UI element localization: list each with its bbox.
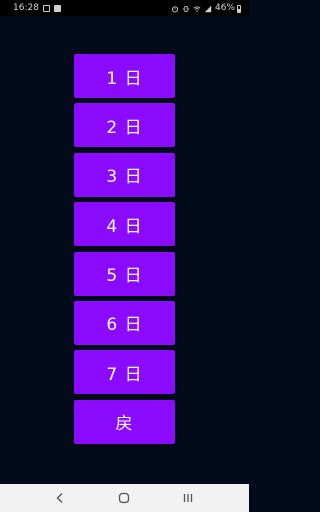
day-6-button[interactable]: 6 日 <box>74 300 175 345</box>
status-time: 16:28 <box>13 3 39 13</box>
navigation-bar <box>0 484 249 512</box>
status-bar: 16:28 46% <box>0 0 249 16</box>
day-5-button[interactable]: 5 日 <box>74 251 175 296</box>
battery-icon <box>237 4 241 13</box>
day-4-button[interactable]: 4 日 <box>74 202 175 247</box>
back-icon <box>56 493 63 503</box>
vibrate-icon <box>182 5 190 12</box>
status-right: 46% <box>171 3 241 14</box>
wifi-icon <box>193 5 201 12</box>
recents-button[interactable] <box>180 490 196 506</box>
back-button[interactable] <box>52 490 68 506</box>
day-3-button[interactable]: 3 日 <box>74 152 175 197</box>
recents-icon <box>183 494 193 502</box>
alarm-icon <box>171 5 179 12</box>
home-button[interactable] <box>116 490 132 506</box>
day-2-button[interactable]: 2 日 <box>74 103 175 148</box>
day-1-button[interactable]: 1 日 <box>74 54 175 98</box>
status-left: 16:28 <box>13 3 61 14</box>
battery-percent: 46% <box>214 3 235 13</box>
app-notification-icon <box>53 5 61 12</box>
day-7-button[interactable]: 7 日 <box>74 350 175 395</box>
return-button[interactable]: 戻 <box>74 399 175 444</box>
day-button-stack: 1 日 2 日 3 日 4 日 5 日 6 日 7 日 戻 <box>74 54 175 449</box>
home-icon <box>118 492 130 504</box>
gallery-notification-icon <box>42 5 50 12</box>
signal-icon <box>204 5 212 12</box>
